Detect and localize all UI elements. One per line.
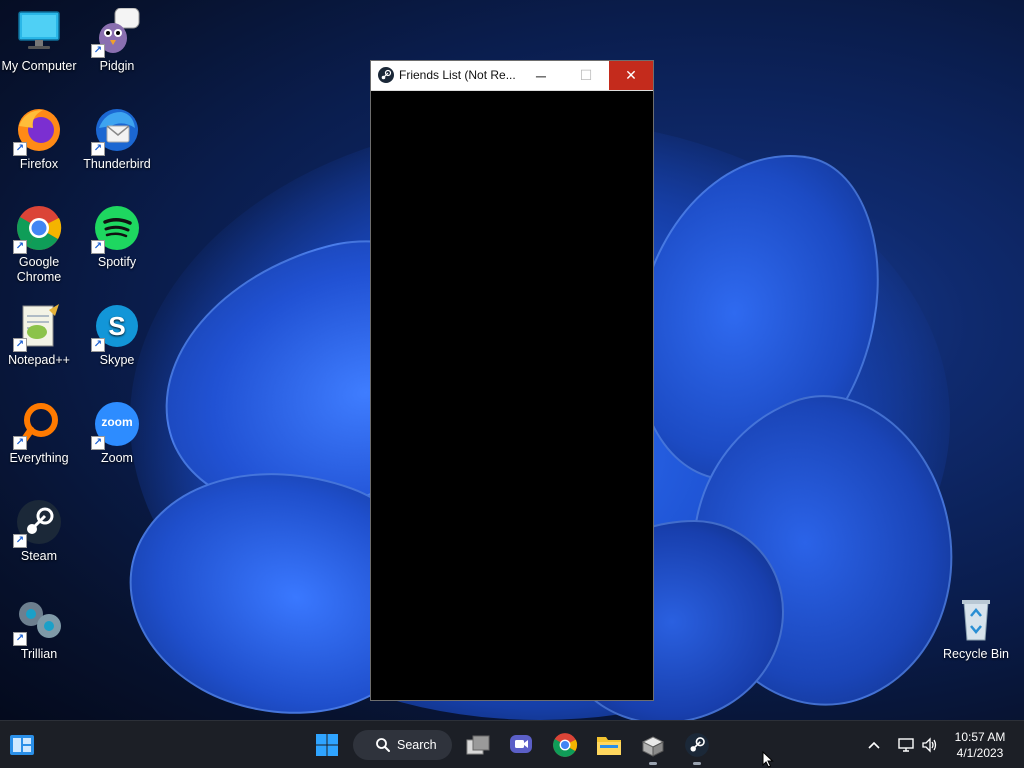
taskbar-clock[interactable]: 10:57 AM 4/1/2023 bbox=[948, 729, 1012, 761]
meet-button[interactable] bbox=[505, 729, 537, 761]
close-icon: ✕ bbox=[625, 67, 637, 83]
file-explorer-button[interactable] bbox=[593, 729, 625, 761]
desktop-icon-everything[interactable]: ↗ Everything bbox=[0, 400, 78, 466]
recycle-bin-icon bbox=[952, 596, 1000, 644]
desktop-icon-label: Firefox bbox=[19, 157, 59, 171]
task-view-icon bbox=[466, 735, 490, 755]
desktop-icon-firefox[interactable]: ↗ Firefox bbox=[0, 106, 78, 172]
search-icon bbox=[376, 738, 390, 752]
desktop: My Computer ↗ Pidgin ↗ Firefox ↗ Thunder… bbox=[0, 0, 1024, 720]
file-explorer-icon bbox=[597, 737, 621, 755]
desktop-icon-label: Google Chrome bbox=[16, 255, 62, 284]
taskbar-steam-button[interactable] bbox=[681, 729, 713, 765]
desktop-icon-steam[interactable]: ↗ Steam bbox=[0, 498, 78, 564]
desktop-icon-label: My Computer bbox=[1, 59, 77, 73]
svg-text:S: S bbox=[108, 311, 125, 341]
volume-icon bbox=[922, 737, 937, 753]
desktop-icon-trillian[interactable]: ↗ Trillian bbox=[0, 596, 78, 662]
volume-button[interactable] bbox=[914, 729, 946, 761]
search-label: Search bbox=[397, 738, 437, 752]
shortcut-arrow-icon: ↗ bbox=[91, 338, 105, 352]
shortcut-arrow-icon: ↗ bbox=[13, 142, 27, 156]
skype-icon: S ↗ bbox=[91, 302, 141, 352]
desktop-icon-label: Recycle Bin bbox=[943, 647, 1009, 661]
desktop-icon-label: Spotify bbox=[97, 255, 137, 269]
widgets-button[interactable] bbox=[6, 729, 38, 761]
close-button[interactable]: ✕ bbox=[609, 61, 653, 90]
desktop-icon-skype[interactable]: S ↗ Skype bbox=[78, 302, 156, 368]
steam-icon bbox=[685, 733, 709, 757]
steam-icon: ↗ bbox=[13, 498, 63, 548]
window-content[interactable] bbox=[371, 91, 653, 700]
desktop-icon-label: Steam bbox=[20, 549, 58, 563]
desktop-icon-zoom[interactable]: zoom ↗ Zoom bbox=[78, 400, 156, 466]
chrome-icon: ↗ bbox=[13, 204, 63, 254]
window-title: Friends List (Not Re... bbox=[399, 68, 516, 82]
taskbar: Search 10:57 AM 4/1/2023 bbox=[0, 720, 1024, 768]
desktop-icon-pidgin[interactable]: ↗ Pidgin bbox=[78, 7, 156, 74]
clock-date: 4/1/2023 bbox=[956, 746, 1004, 760]
desktop-icon-label: Trillian bbox=[20, 647, 58, 661]
shortcut-arrow-icon: ↗ bbox=[13, 436, 27, 450]
meet-icon bbox=[510, 735, 532, 753]
maximize-icon: ☐ bbox=[579, 67, 593, 83]
desktop-icon-spotify[interactable]: ↗ Spotify bbox=[78, 204, 156, 270]
installer-button[interactable] bbox=[637, 729, 669, 765]
shortcut-arrow-icon: ↗ bbox=[13, 240, 27, 254]
friends-list-window[interactable]: Friends List (Not Re... ─ ☐ ✕ bbox=[370, 60, 654, 701]
minimize-button[interactable]: ─ bbox=[518, 61, 564, 90]
desktop-icon-label: Everything bbox=[9, 451, 69, 465]
search-button[interactable]: Search bbox=[353, 730, 452, 760]
desktop-icon-notepadpp[interactable]: ↗ Notepad++ bbox=[0, 302, 78, 368]
chrome-icon bbox=[553, 733, 578, 757]
taskbar-chrome-button[interactable] bbox=[549, 729, 581, 761]
task-view-button[interactable] bbox=[462, 729, 494, 761]
network-icon bbox=[898, 738, 914, 752]
zoom-badge-text: zoom bbox=[101, 415, 133, 429]
shortcut-arrow-icon: ↗ bbox=[13, 338, 27, 352]
desktop-icon-my-computer[interactable]: My Computer bbox=[0, 8, 78, 74]
pidgin-icon: ↗ bbox=[91, 7, 141, 58]
desktop-icon-recycle-bin[interactable]: Recycle Bin bbox=[937, 596, 1015, 662]
running-indicator bbox=[693, 762, 701, 765]
window-titlebar[interactable]: Friends List (Not Re... ─ ☐ ✕ bbox=[371, 61, 653, 91]
shortcut-arrow-icon: ↗ bbox=[91, 44, 105, 58]
monitor-icon bbox=[15, 8, 63, 56]
maximize-button[interactable]: ☐ bbox=[563, 61, 609, 90]
desktop-icon-label: Pidgin bbox=[99, 59, 135, 73]
shortcut-arrow-icon: ↗ bbox=[91, 142, 105, 156]
spotify-icon: ↗ bbox=[91, 204, 141, 254]
notepadpp-icon: ↗ bbox=[13, 302, 63, 352]
show-hidden-icons-button[interactable] bbox=[858, 729, 890, 761]
shortcut-arrow-icon: ↗ bbox=[91, 240, 105, 254]
steam-icon bbox=[378, 67, 394, 83]
thunderbird-icon: ↗ bbox=[91, 106, 141, 156]
mouse-cursor-icon bbox=[762, 750, 774, 773]
firefox-icon: ↗ bbox=[13, 106, 63, 156]
shortcut-arrow-icon: ↗ bbox=[13, 632, 27, 646]
minimize-icon: ─ bbox=[536, 67, 546, 84]
shortcut-arrow-icon: ↗ bbox=[13, 534, 27, 548]
start-button[interactable] bbox=[311, 729, 343, 761]
chevron-up-icon bbox=[868, 741, 880, 749]
desktop-icon-thunderbird[interactable]: ↗ Thunderbird bbox=[78, 106, 156, 172]
desktop-icon-label: Zoom bbox=[101, 451, 133, 465]
desktop-icon-label: Thunderbird bbox=[83, 157, 151, 171]
start-icon bbox=[316, 734, 338, 756]
desktop-icon-google-chrome[interactable]: ↗ Google Chrome bbox=[0, 204, 78, 285]
everything-icon: ↗ bbox=[13, 400, 63, 450]
widgets-icon bbox=[10, 735, 34, 755]
running-indicator bbox=[649, 762, 657, 765]
installer-icon bbox=[641, 736, 665, 757]
desktop-icon-label: Notepad++ bbox=[8, 353, 70, 367]
desktop-icon-label: Skype bbox=[99, 353, 135, 367]
shortcut-arrow-icon: ↗ bbox=[91, 436, 105, 450]
trillian-icon: ↗ bbox=[13, 596, 63, 646]
clock-time: 10:57 AM bbox=[954, 730, 1006, 744]
zoom-icon: zoom ↗ bbox=[91, 400, 141, 450]
